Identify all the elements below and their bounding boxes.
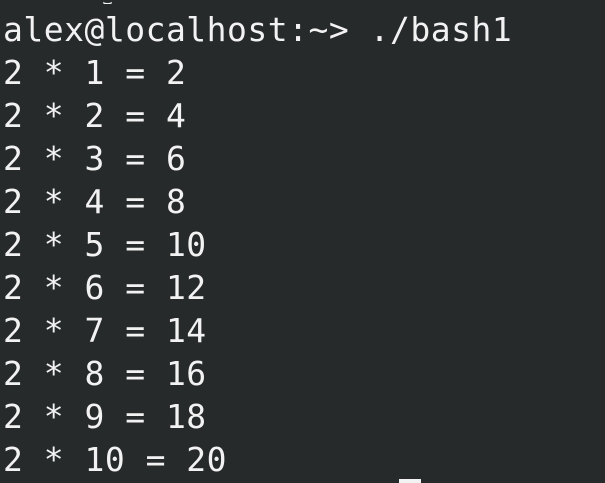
cut-off-glyph — [103, 0, 112, 4]
output-line: 2 * 9 = 18 — [3, 397, 207, 436]
terminal-output: alex@localhost:~> ./bash1 2 * 1 = 2 2 * … — [3, 8, 512, 481]
text-cursor — [399, 479, 421, 483]
output-line: 2 * 6 = 12 — [3, 268, 207, 307]
output-line: 2 * 1 = 2 — [3, 53, 187, 92]
terminal-window[interactable]: alex@localhost:~> ./bash1 2 * 1 = 2 2 * … — [0, 0, 605, 483]
output-line: 2 * 4 = 8 — [3, 182, 187, 221]
output-line: 2 * 5 = 10 — [3, 225, 207, 264]
previous-line-fragment — [0, 0, 605, 4]
output-line: 2 * 10 = 20 — [3, 440, 228, 479]
output-line: 2 * 8 = 16 — [3, 354, 207, 393]
output-line: 2 * 7 = 14 — [3, 311, 207, 350]
output-line: 2 * 2 = 4 — [3, 96, 187, 135]
output-line: 2 * 3 = 6 — [3, 139, 187, 178]
prompt-line: alex@localhost:~> ./bash1 — [3, 10, 513, 49]
